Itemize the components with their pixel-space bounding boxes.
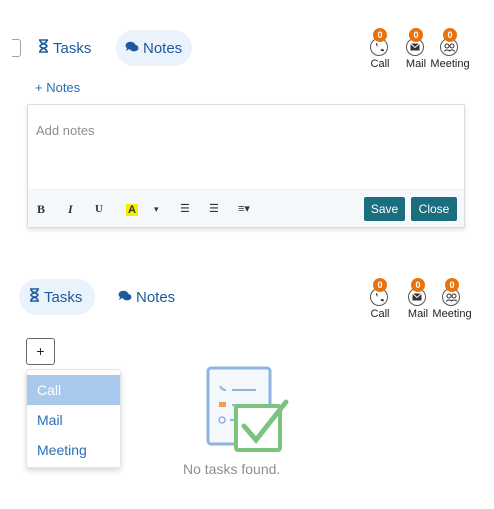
tab-notes-label: Notes [143, 39, 183, 57]
call-count-badge: 0 [373, 28, 387, 42]
add-notes-link[interactable]: + Notes [35, 80, 80, 95]
call-count-badge: 0 [373, 278, 387, 292]
call-label: Call [370, 308, 390, 320]
task-type-dropdown: Call Mail Meeting [26, 369, 121, 468]
mail-count-badge: 0 [409, 28, 423, 42]
meeting-label: Meeting [432, 308, 472, 320]
dropdown-item-call[interactable]: Call [27, 375, 120, 405]
tab-tasks-2[interactable]: Tasks [19, 279, 95, 315]
add-task-button[interactable]: + [26, 338, 55, 365]
tab-tasks[interactable]: Tasks [38, 30, 108, 66]
tab-notes-label: Notes [136, 288, 176, 306]
notes-textarea[interactable]: Add notes [36, 123, 95, 138]
save-button[interactable]: Save [364, 197, 405, 221]
hourglass-icon [38, 39, 49, 57]
align-button[interactable]: ≡▾ [238, 201, 250, 217]
italic-button[interactable]: I [68, 201, 73, 217]
bullet-list-button[interactable]: ☰ [180, 201, 190, 217]
notes-editor: Add notes B I U A ▾ ☰ ☰ ≡▾ Save Close [27, 104, 465, 228]
meeting-count-badge: 0 [445, 278, 459, 292]
collapse-handle[interactable] [12, 39, 21, 57]
call-activity-2[interactable]: 0 Call [360, 278, 400, 320]
empty-tasks-message: No tasks found. [183, 461, 281, 477]
bold-button[interactable]: B [37, 201, 45, 217]
comments-icon [125, 40, 139, 57]
tab-tasks-label: Tasks [53, 39, 92, 57]
meeting-count-badge: 0 [443, 28, 457, 42]
meeting-label: Meeting [430, 58, 470, 70]
highlight-caret-icon[interactable]: ▾ [154, 201, 159, 217]
call-activity[interactable]: 0 Call [360, 28, 400, 70]
call-label: Call [370, 58, 390, 70]
meeting-activity-2[interactable]: 0 Meeting [432, 278, 472, 320]
tab-notes[interactable]: Notes [116, 30, 192, 66]
editor-toolbar: B I U A ▾ ☰ ☰ ≡▾ Save Close [28, 189, 464, 227]
tab-notes-2[interactable]: Notes [118, 279, 188, 315]
dropdown-item-mail[interactable]: Mail [27, 405, 120, 435]
tab-tasks-label: Tasks [44, 288, 83, 306]
numbered-list-button[interactable]: ☰ [209, 201, 219, 217]
comments-icon [118, 289, 132, 306]
empty-tasks-illustration [206, 366, 290, 456]
underline-button[interactable]: U [95, 201, 103, 217]
hourglass-icon [29, 288, 40, 306]
highlight-button[interactable]: A [126, 201, 138, 217]
highlight-label: A [126, 204, 138, 216]
dropdown-item-meeting[interactable]: Meeting [27, 435, 120, 465]
mail-count-badge: 0 [411, 278, 425, 292]
close-button[interactable]: Close [411, 197, 457, 221]
meeting-activity[interactable]: 0 Meeting [430, 28, 470, 70]
